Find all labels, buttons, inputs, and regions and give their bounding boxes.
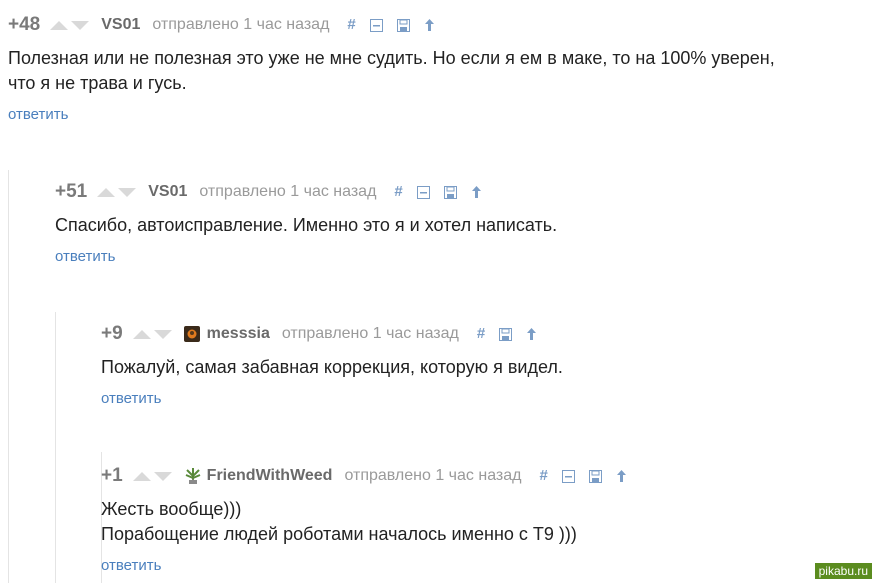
- collapse-icon[interactable]: [416, 185, 430, 199]
- arrow-up-icon[interactable]: [424, 18, 435, 32]
- comment-text-line: Полезная или не полезная это уже не мне …: [8, 48, 775, 68]
- reply-link[interactable]: ответить: [101, 390, 871, 407]
- avatar[interactable]: [184, 468, 201, 484]
- comment-time: отправлено 1 час назад: [199, 183, 377, 200]
- hash-icon[interactable]: #: [394, 184, 402, 199]
- thread-line-level-1: [8, 170, 9, 583]
- comment-text: Полезная или не полезная это уже не мне …: [8, 46, 878, 96]
- comment-text-line: Пожалуй, самая забавная коррекция, котор…: [101, 357, 563, 377]
- vote-up-icon[interactable]: [50, 20, 69, 30]
- comment-author[interactable]: FriendWithWeed: [207, 467, 333, 485]
- hash-icon[interactable]: #: [347, 17, 355, 32]
- comment-author[interactable]: messsia: [207, 325, 270, 343]
- comment-3: +9 messsia отправлено 1 час назад # Пожа…: [101, 321, 871, 407]
- reply-link[interactable]: ответить: [55, 248, 875, 265]
- comment-author[interactable]: VS01: [101, 16, 140, 34]
- save-icon[interactable]: [499, 327, 513, 341]
- arrow-up-icon[interactable]: [471, 185, 482, 199]
- comment-time: отправлено 1 час назад: [152, 16, 330, 33]
- comment-rating: +51: [55, 181, 88, 202]
- comment-text: Пожалуй, самая забавная коррекция, котор…: [101, 355, 871, 380]
- avatar[interactable]: [183, 326, 200, 342]
- vote-up-icon[interactable]: [97, 187, 116, 197]
- save-icon[interactable]: [588, 469, 602, 483]
- vote-down-icon[interactable]: [153, 329, 172, 339]
- reply-link[interactable]: ответить: [8, 106, 878, 123]
- reply-link[interactable]: ответить: [101, 557, 871, 574]
- comment-time: отправлено 1 час назад: [281, 325, 459, 342]
- vote-down-icon[interactable]: [153, 471, 172, 481]
- comment-rating: +9: [101, 323, 123, 344]
- vote-down-icon[interactable]: [71, 20, 90, 30]
- hash-icon[interactable]: #: [477, 326, 485, 341]
- comment-header: +51 VS01 отправлено 1 час назад #: [55, 179, 875, 205]
- comment-time: отправлено 1 час назад: [344, 467, 522, 484]
- comment-text-line: Порабощение людей роботами началось имен…: [101, 524, 577, 544]
- thread-line-level-2: [55, 312, 56, 583]
- arrow-up-icon[interactable]: [526, 327, 537, 341]
- comment-header: +1 FriendWithWeed отправлено 1 час назад…: [101, 463, 871, 489]
- comment-header: +48 VS01 отправлено 1 час назад #: [8, 12, 878, 38]
- collapse-icon[interactable]: [369, 18, 383, 32]
- comment-header: +9 messsia отправлено 1 час назад #: [101, 321, 871, 347]
- watermark: pikabu.ru: [814, 563, 872, 579]
- comment-1: +48 VS01 отправлено 1 час назад # Полезн…: [8, 12, 878, 123]
- comment-text: Жесть вообще))) Порабощение людей робота…: [101, 497, 871, 547]
- comment-2: +51 VS01 отправлено 1 час назад # Спасиб…: [55, 179, 875, 265]
- save-icon[interactable]: [443, 185, 457, 199]
- comment-text-line: Спасибо, автоисправление. Именно это я и…: [55, 215, 558, 235]
- collapse-icon[interactable]: [561, 469, 575, 483]
- comment-4: +1 FriendWithWeed отправлено 1 час назад…: [101, 463, 871, 574]
- vote-up-icon[interactable]: [132, 329, 151, 339]
- comment-rating: +1: [101, 465, 123, 486]
- comment-rating: +48: [8, 14, 41, 35]
- comment-text-line: Жесть вообще))): [101, 499, 242, 519]
- comment-text-line: что я не трава и гусь.: [8, 73, 187, 93]
- comment-text: Спасибо, автоисправление. Именно это я и…: [55, 213, 875, 238]
- arrow-up-icon[interactable]: [616, 469, 627, 483]
- save-icon[interactable]: [396, 18, 410, 32]
- hash-icon[interactable]: #: [539, 468, 547, 483]
- vote-up-icon[interactable]: [132, 471, 151, 481]
- comment-author[interactable]: VS01: [148, 183, 187, 201]
- vote-down-icon[interactable]: [118, 187, 137, 197]
